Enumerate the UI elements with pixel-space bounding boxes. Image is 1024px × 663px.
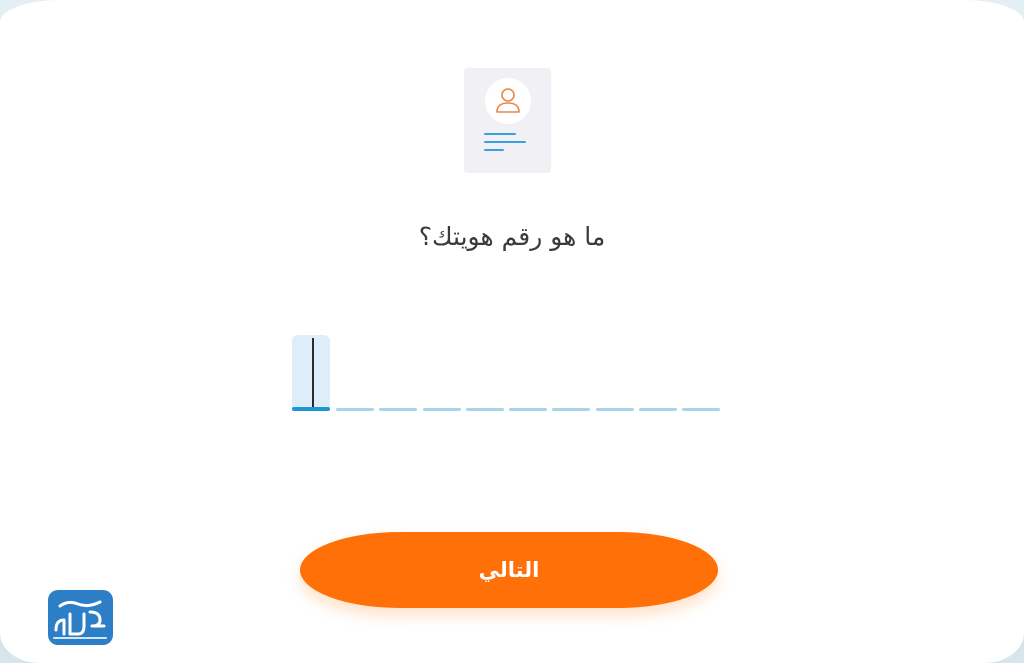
digit-slot-4[interactable]: [423, 335, 461, 411]
site-logo: [48, 590, 113, 645]
digit-slot-5[interactable]: [466, 335, 504, 411]
digit-slot-2[interactable]: [336, 335, 374, 411]
digit-underline: [509, 408, 547, 411]
digit-slot-8[interactable]: [596, 335, 634, 411]
digit-underline: [552, 408, 590, 411]
digit-underline: [379, 408, 417, 411]
digit-underline: [423, 408, 461, 411]
id-number-input[interactable]: [292, 335, 722, 415]
digit-underline: [682, 408, 720, 411]
text-caret: [312, 338, 314, 408]
form-card: ما هو رقم هويتك؟ التالي: [0, 0, 1024, 663]
id-card-icon: [464, 68, 551, 173]
digit-underline: [336, 408, 374, 411]
digit-active-highlight: [292, 335, 330, 410]
id-question-label: ما هو رقم هويتك؟: [418, 222, 606, 251]
digit-slot-6[interactable]: [509, 335, 547, 411]
digit-underline: [466, 408, 504, 411]
id-lines-icon: [484, 133, 526, 151]
digit-slot-7[interactable]: [552, 335, 590, 411]
digit-underline: [639, 408, 677, 411]
digit-slot-9[interactable]: [639, 335, 677, 411]
digit-slot-1[interactable]: [292, 335, 330, 411]
digit-underline: [292, 407, 330, 411]
digit-underline: [596, 408, 634, 411]
user-avatar-icon: [485, 78, 531, 124]
digit-slot-10[interactable]: [682, 335, 720, 411]
digit-slot-3[interactable]: [379, 335, 417, 411]
next-button[interactable]: التالي: [300, 532, 718, 608]
